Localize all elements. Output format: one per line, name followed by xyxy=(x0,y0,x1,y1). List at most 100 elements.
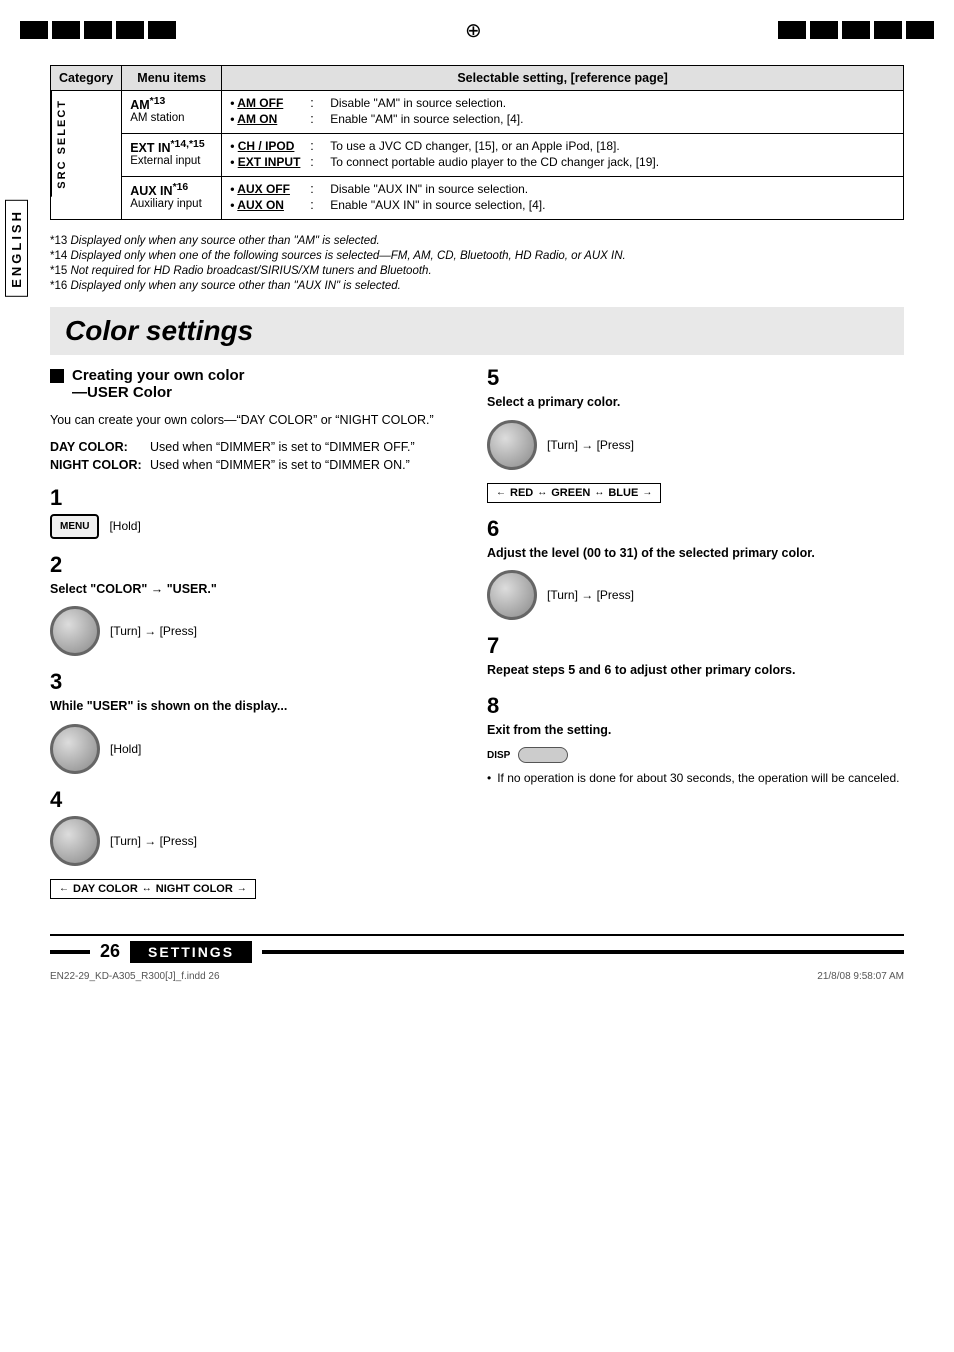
setting-item: • AM ON : Enable "AM" in source selectio… xyxy=(230,112,895,126)
setting-sep: : xyxy=(310,155,330,169)
main-content: Category Menu items Selectable setting, … xyxy=(20,55,934,992)
setting-item: • AUX OFF : Disable "AUX IN" in source s… xyxy=(230,182,895,196)
step-8-instruction: Exit from the setting. xyxy=(487,722,904,740)
step-1: 1 MENU [Hold] xyxy=(50,487,467,539)
bottom-bar: 26 SETTINGS xyxy=(50,934,904,963)
knob-3-icon xyxy=(50,724,100,774)
step-3-knob-text: [Hold] xyxy=(110,742,141,756)
step-6-instruction: Adjust the level (00 to 31) of the selec… xyxy=(487,545,904,563)
step-5-knob-text: [Turn] → [Press] xyxy=(547,438,634,452)
menu-name-auxin: AUX IN*16 xyxy=(130,182,213,198)
setting-cell-auxin: • AUX OFF : Disable "AUX IN" in source s… xyxy=(222,177,904,220)
settings-badge: SETTINGS xyxy=(130,941,252,963)
step-8: 8 Exit from the setting. DISP • If no op… xyxy=(487,695,904,786)
setting-item: • AM OFF : Disable "AM" in source select… xyxy=(230,96,895,110)
step-4-knob-text: [Turn] → [Press] xyxy=(110,834,197,848)
bottom-line-left xyxy=(50,950,90,954)
mark-block-6 xyxy=(778,21,806,39)
setting-text: Enable "AM" in source selection, [4]. xyxy=(330,112,523,126)
mark-block-10 xyxy=(906,21,934,39)
description-text: You can create your own colors—“DAY COLO… xyxy=(50,411,467,430)
step-3: 3 While "USER" is shown on the display..… xyxy=(50,671,467,774)
setting-item: • EXT INPUT : To connect portable audio … xyxy=(230,155,895,169)
col-header-category: Category xyxy=(51,66,122,91)
step-4-num: 4 xyxy=(50,789,467,811)
setting-sep: : xyxy=(310,182,330,196)
step-7: 7 Repeat steps 5 and 6 to adjust other p… xyxy=(487,635,904,680)
step-8-num: 8 xyxy=(487,695,904,717)
disp-row: DISP xyxy=(487,747,904,763)
disp-button-icon xyxy=(518,747,568,763)
night-color-indicator: NIGHT COLOR xyxy=(156,883,233,895)
setting-text: To connect portable audio player to the … xyxy=(330,155,659,169)
setting-sep: : xyxy=(310,139,330,153)
menu-sub-auxin: Auxiliary input xyxy=(130,198,213,210)
day-night-table: DAY COLOR: Used when “DIMMER” is set to … xyxy=(50,440,467,472)
mark-block-7 xyxy=(810,21,838,39)
mark-block-3 xyxy=(84,21,112,39)
setting-text: Enable "AUX IN" in source selection, [4]… xyxy=(330,198,545,212)
center-reg-mark xyxy=(465,18,489,42)
menu-sub-extin: External input xyxy=(130,155,213,167)
indicator-arrow-left: ← xyxy=(59,883,69,894)
left-column: Creating your own color —USER Color You … xyxy=(50,367,467,914)
mark-block-2 xyxy=(52,21,80,39)
sub-title-line2: —USER Color xyxy=(72,384,172,401)
green-indicator: GREEN xyxy=(551,487,590,499)
setting-label: • EXT INPUT xyxy=(230,155,310,169)
table-section: Category Menu items Selectable setting, … xyxy=(50,65,904,220)
setting-cell-am: • AM OFF : Disable "AM" in source select… xyxy=(222,91,904,134)
table-row: SRC SELECT AM*13 AM station • AM OFF : xyxy=(51,91,904,134)
indicator-left-arrow: ← xyxy=(496,487,506,498)
disp-label-text: DISP xyxy=(487,750,510,761)
step-5-instruction: Select a primary color. xyxy=(487,394,904,412)
mark-block-1 xyxy=(20,21,48,39)
mark-block-5 xyxy=(148,21,176,39)
sub-section-header: Creating your own color —USER Color xyxy=(50,367,467,401)
step-2-num: 2 xyxy=(50,554,467,576)
two-col-layout: Creating your own color —USER Color You … xyxy=(50,367,904,914)
step-5-knob: [Turn] → [Press] xyxy=(487,420,904,470)
src-select-label: SRC SELECT xyxy=(51,91,72,197)
menu-cell-am: AM*13 AM station xyxy=(122,91,222,134)
step-5: 5 Select a primary color. [Turn] → [Pres… xyxy=(487,367,904,503)
red-indicator: RED xyxy=(510,487,533,499)
setting-cell-extin: • CH / IPOD : To use a JVC CD changer, [… xyxy=(222,134,904,177)
mark-block-8 xyxy=(842,21,870,39)
bullet-dot-icon: • xyxy=(487,771,491,785)
day-color-indicator: DAY COLOR xyxy=(73,883,138,895)
night-color-label: NIGHT COLOR: xyxy=(50,458,150,472)
marks-left xyxy=(20,21,176,39)
setting-label: • CH / IPOD xyxy=(230,139,310,153)
sub-title-line1: Creating your own color xyxy=(72,367,245,384)
step-2: 2 Select "COLOR" → "USER." [Turn] → [Pre… xyxy=(50,554,467,657)
setting-item: • CH / IPOD : To use a JVC CD changer, [… xyxy=(230,139,895,153)
top-marks xyxy=(20,10,934,50)
footnote-14: *14 Displayed only when one of the follo… xyxy=(50,250,904,262)
menu-name-am: AM*13 xyxy=(130,96,213,112)
mark-block-4 xyxy=(116,21,144,39)
footer-right-text: 21/8/08 9:58:07 AM xyxy=(817,971,904,982)
setting-sep: : xyxy=(310,198,330,212)
menu-cell-extin: EXT IN*14,*15 External input xyxy=(122,134,222,177)
indicator-arrows-middle: ↔ xyxy=(142,883,152,894)
knob-6-icon xyxy=(487,570,537,620)
step-2-knob-text: [Turn] → [Press] xyxy=(110,624,197,638)
table-row: EXT IN*14,*15 External input • CH / IPOD… xyxy=(51,134,904,177)
setting-text: To use a JVC CD changer, [15], or an App… xyxy=(330,139,620,153)
indicator-mid-arrows-2: ↔ xyxy=(594,487,604,498)
menu-cell-auxin: AUX IN*16 Auxiliary input xyxy=(122,177,222,220)
day-color-row: DAY COLOR: Used when “DIMMER” is set to … xyxy=(50,440,467,454)
setting-label: • AUX OFF xyxy=(230,182,310,196)
step-4-knob: [Turn] → [Press] xyxy=(50,816,467,866)
day-color-text: Used when “DIMMER” is set to “DIMMER OFF… xyxy=(150,440,467,454)
step-7-num: 7 xyxy=(487,635,904,657)
step-1-content: MENU [Hold] xyxy=(50,514,467,539)
page-number: 26 xyxy=(100,941,120,962)
table-row: AUX IN*16 Auxiliary input • AUX OFF : Di… xyxy=(51,177,904,220)
indicator-arrow-right: → xyxy=(237,883,247,894)
step-6-num: 6 xyxy=(487,518,904,540)
step-6-knob-text: [Turn] → [Press] xyxy=(547,588,634,602)
step-8-note-text: If no operation is done for about 30 sec… xyxy=(497,771,899,785)
src-select-cell: SRC SELECT xyxy=(51,91,122,220)
